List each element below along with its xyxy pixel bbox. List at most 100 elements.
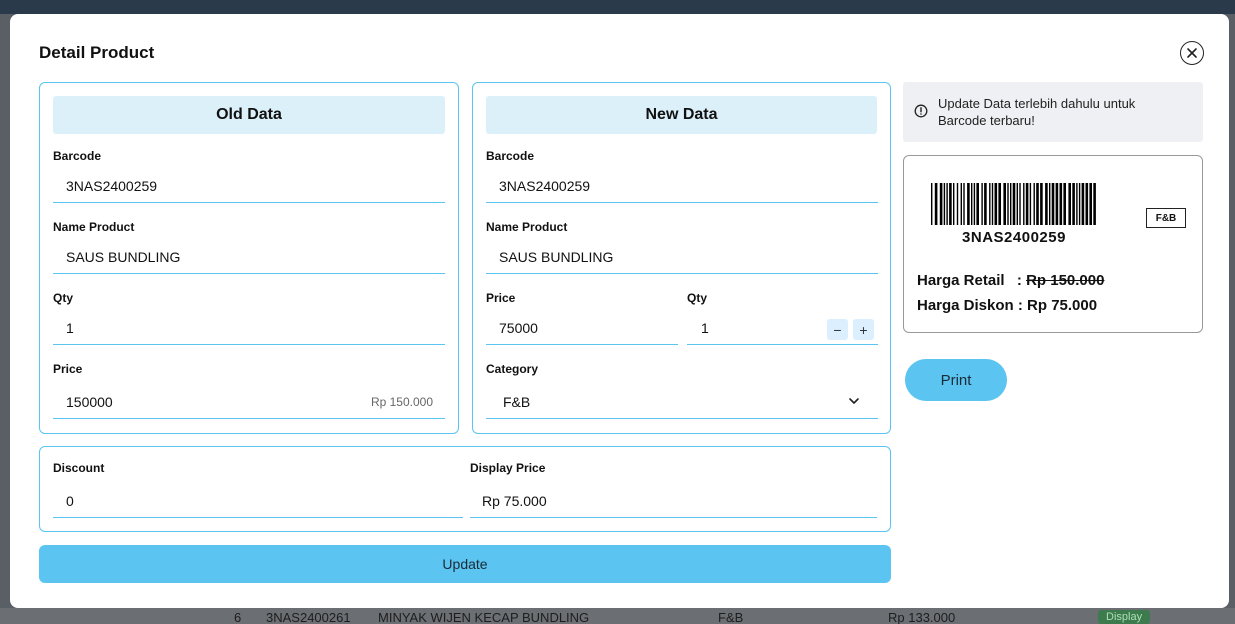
background-topbar — [0, 0, 1235, 14]
barcode-bar — [960, 183, 962, 225]
barcode-bar — [1019, 183, 1021, 225]
new-price-label: Price — [486, 291, 516, 305]
barcode-bar — [967, 183, 970, 225]
barcode-bar — [976, 183, 979, 225]
barcode-bar — [1085, 183, 1089, 225]
bg-row-category: F&B — [718, 610, 744, 624]
display-price-value: Rp 75.000 — [482, 492, 547, 509]
info-circle-icon — [914, 104, 928, 118]
category-select[interactable]: F&B — [486, 385, 878, 419]
barcode-bar — [1093, 183, 1096, 225]
discount-value: 0 — [66, 492, 74, 509]
bg-row-badge: Display — [1098, 610, 1151, 624]
barcode-bar — [946, 183, 948, 225]
preview-category-box: F&B — [1146, 208, 1186, 228]
old-barcode-value: 3NAS2400259 — [66, 177, 158, 194]
new-name-label: Name Product — [486, 220, 568, 234]
modal-title: Detail Product — [39, 43, 155, 62]
old-price-label: Price — [53, 362, 83, 376]
chevron-down-icon — [849, 398, 859, 404]
display-price-field[interactable]: Rp 75.000 — [470, 484, 877, 518]
old-barcode-label: Barcode — [53, 149, 102, 163]
barcode-bar — [991, 183, 994, 225]
barcode-bar — [1078, 183, 1081, 225]
bg-row-price: Rp 133.000 — [888, 610, 956, 624]
new-qty-label: Qty — [687, 291, 708, 305]
barcode-bar — [949, 183, 952, 225]
display-price-label: Display Price — [470, 461, 546, 475]
barcode-bar — [1003, 183, 1006, 225]
barcode-bar — [1012, 183, 1016, 225]
preview-discount-value: Rp 75.000 — [1027, 297, 1098, 314]
barcode-bar — [943, 183, 946, 225]
background-table-row: 6 3NAS2400261 MINYAK WIJEN KECAP BUNDLIN… — [0, 608, 1235, 624]
barcode-bar — [1025, 183, 1029, 225]
barcode-bar — [1007, 183, 1009, 225]
close-icon[interactable] — [1180, 41, 1204, 65]
qty-decrement-button[interactable]: − — [827, 319, 848, 340]
discount-input[interactable]: 0 — [53, 484, 463, 518]
new-data-card: New Data Barcode 3NAS2400259 Name Produc… — [472, 82, 891, 434]
barcode-bar — [939, 183, 943, 225]
new-name-value: SAUS BUNDLING — [499, 248, 614, 265]
old-data-card: Old Data Barcode 3NAS2400259 Name Produc… — [39, 82, 459, 434]
print-button[interactable]: Print — [905, 359, 1007, 401]
bg-row-code: 3NAS2400261 — [266, 610, 351, 624]
old-price-hint: Rp 150.000 — [370, 394, 433, 409]
new-barcode-value: 3NAS2400259 — [499, 177, 591, 194]
barcode-bar — [1040, 183, 1043, 225]
barcode-bar — [971, 183, 973, 225]
preview-retail-sep: : — [1016, 272, 1022, 289]
preview-retail-value: Rp 150.000 — [1026, 272, 1105, 289]
barcode-bar — [1089, 183, 1092, 225]
barcode-bar — [931, 183, 933, 225]
old-name-field[interactable]: SAUS BUNDLING — [53, 240, 445, 274]
new-barcode-field[interactable]: 3NAS2400259 — [486, 169, 878, 203]
new-barcode-label: Barcode — [486, 149, 535, 163]
qty-increment-button[interactable]: + — [853, 319, 874, 340]
new-qty-value: 1 — [701, 319, 709, 336]
barcode-bar — [1063, 183, 1066, 225]
notice-text: Update Data terlebih dahulu untuk Barcod… — [938, 96, 1136, 128]
barcode-bar — [1033, 183, 1035, 225]
barcode-bar — [973, 183, 976, 225]
barcode-bar — [1045, 183, 1048, 225]
barcode-bar — [1036, 183, 1039, 225]
detail-product-modal: Detail Product Old Data Barcode 3NAS2400… — [10, 14, 1229, 608]
preview-discount-label: Harga Diskon — [917, 297, 1014, 314]
old-qty-value: 1 — [66, 319, 74, 336]
barcode-bar — [1072, 183, 1075, 225]
bg-row-number: 6 — [234, 610, 242, 624]
new-price-input[interactable]: 75000 — [486, 311, 678, 345]
barcode-bar — [1081, 183, 1085, 225]
discount-card: Discount 0 Display Price Rp 75.000 — [39, 446, 891, 532]
barcode-bar — [1023, 183, 1025, 225]
new-qty-input[interactable]: 1 − + — [687, 311, 878, 345]
bg-row-name: MINYAK WIJEN KECAP BUNDLING — [378, 610, 590, 624]
barcode-bar — [963, 183, 965, 225]
barcode-bar — [1076, 183, 1078, 225]
new-data-heading: New Data — [486, 96, 877, 134]
barcode-bar — [1059, 183, 1063, 225]
old-barcode-field[interactable]: 3NAS2400259 — [53, 169, 445, 203]
barcode-bar — [934, 183, 938, 225]
old-name-label: Name Product — [53, 220, 135, 234]
new-price-value: 75000 — [499, 319, 538, 336]
update-button[interactable]: Update — [39, 545, 891, 583]
barcode-bar — [956, 183, 959, 225]
old-qty-field[interactable]: 1 — [53, 311, 445, 345]
barcode-bar — [1029, 183, 1032, 225]
old-data-heading: Old Data — [53, 96, 445, 134]
old-price-field[interactable]: 150000 Rp 150.000 — [53, 385, 445, 419]
barcode-image — [931, 183, 1096, 225]
barcode-bar — [1016, 183, 1018, 225]
old-name-value: SAUS BUNDLING — [66, 248, 181, 265]
barcode-bar — [1055, 183, 1059, 225]
barcode-label-preview: 3NAS2400259 F&B Harga Retail : Rp 150.00… — [903, 155, 1203, 333]
old-qty-label: Qty — [53, 291, 74, 305]
barcode-bar — [1049, 183, 1051, 225]
preview-discount-line: Harga Diskon : Rp 75.000 — [917, 297, 1097, 314]
preview-retail-label: Harga Retail — [917, 272, 1005, 289]
update-notice: Update Data terlebih dahulu untuk Barcod… — [903, 82, 1203, 142]
new-name-field[interactable]: SAUS BUNDLING — [486, 240, 878, 274]
